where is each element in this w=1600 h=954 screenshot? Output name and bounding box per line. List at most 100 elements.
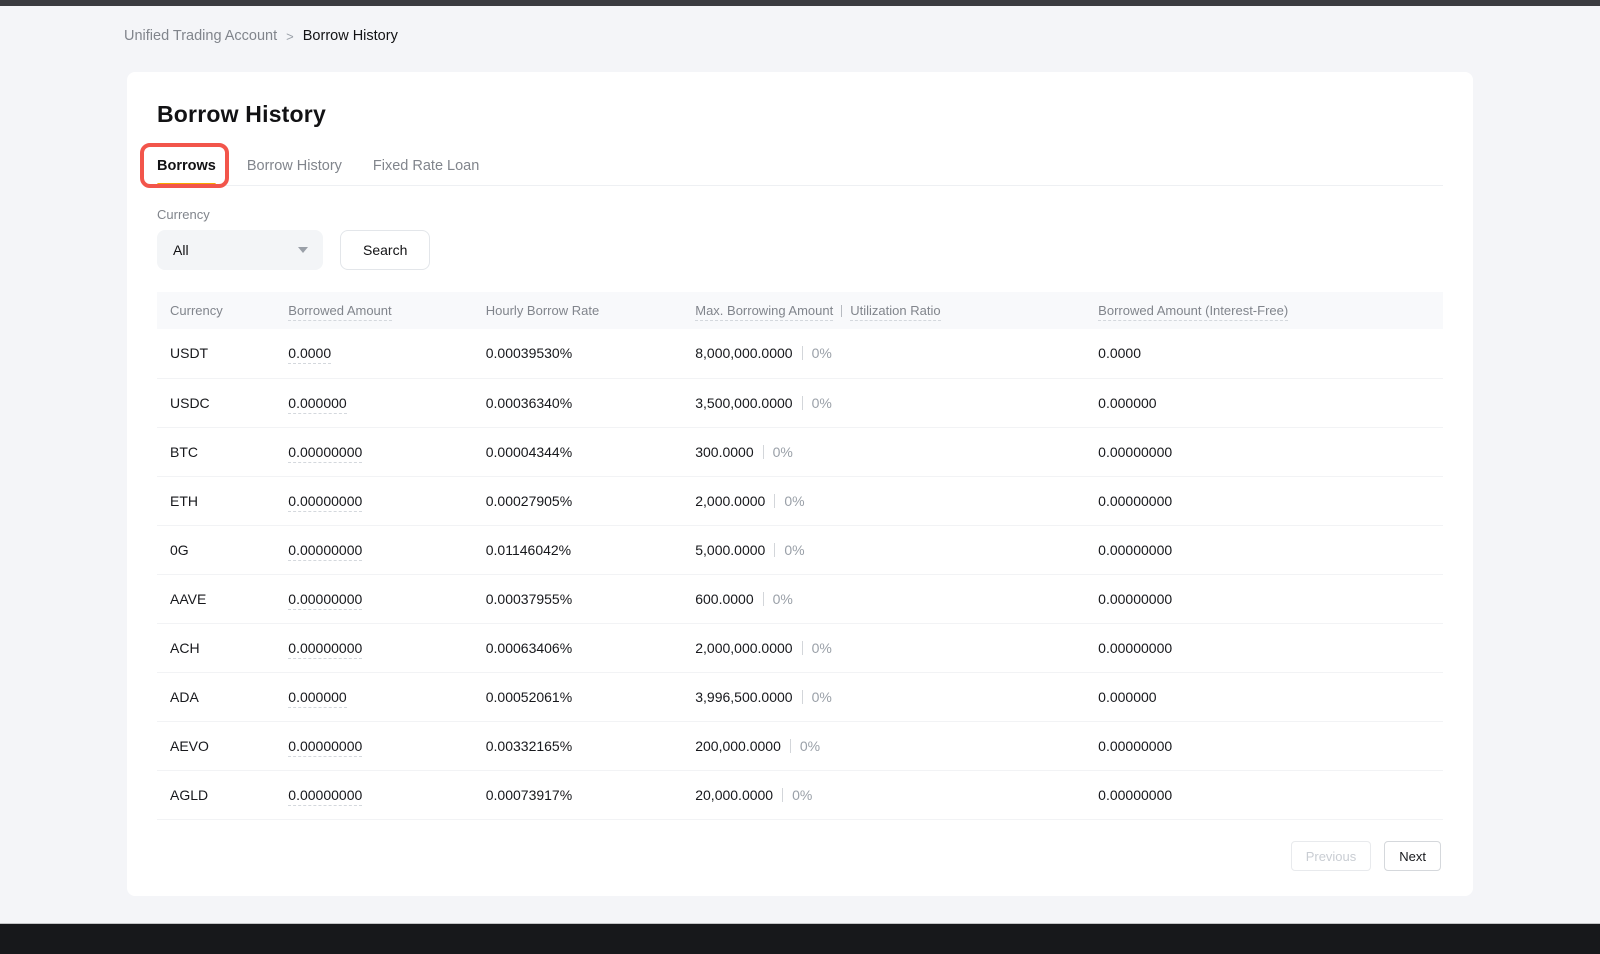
table-body: USDT 0.0000 0.00039530% 8,000,000.00000%… [157,329,1443,819]
table-row: BTC 0.00000000 0.00004344% 300.00000% 0.… [157,427,1443,476]
table-row: USDC 0.000000 0.00036340% 3,500,000.0000… [157,378,1443,427]
tab-borrows-label: Borrows [157,158,216,174]
cell-borrowed-amount: 0.00000000 [288,770,485,819]
value-divider [802,346,803,360]
cell-borrowed-amount: 0.000000 [288,672,485,721]
tab-fixed-rate-loan-label: Fixed Rate Loan [373,158,479,174]
cell-interest-free: 0.0000 [1098,329,1443,378]
borrow-history-panel: Borrow History Borrows Borrow History Fi… [127,72,1473,896]
value-divider [782,788,783,802]
window-bottom-bar [0,923,1600,954]
cell-max-borrowing-utilization: 8,000,000.00000% [695,329,1098,378]
table-row: AEVO 0.00000000 0.00332165% 200,000.0000… [157,721,1443,770]
value-divider [790,739,791,753]
next-page-button[interactable]: Next [1384,841,1441,871]
cell-currency: AAVE [157,574,288,623]
search-button[interactable]: Search [340,230,430,270]
cell-hourly-borrow-rate: 0.01146042% [486,525,695,574]
cell-borrowed-amount: 0.000000 [288,378,485,427]
currency-select[interactable]: All [157,230,323,270]
cell-max-borrowing-utilization: 3,996,500.00000% [695,672,1098,721]
header-max-borrowing-utilization: Max. Borrowing Amount Utilization Ratio [695,292,1098,329]
header-hourly-borrow-rate: Hourly Borrow Rate [486,292,695,329]
header-separator [841,305,842,317]
header-borrowed-amount: Borrowed Amount [288,292,485,329]
cell-hourly-borrow-rate: 0.00073917% [486,770,695,819]
cell-borrowed-amount: 0.00000000 [288,427,485,476]
cell-currency: USDT [157,329,288,378]
header-utilization-ratio[interactable]: Utilization Ratio [850,303,940,321]
table-header-row: Currency Borrowed Amount Hourly Borrow R… [157,292,1443,329]
cell-interest-free: 0.000000 [1098,672,1443,721]
header-currency: Currency [157,292,288,329]
cell-max-borrowing-utilization: 20,000.00000% [695,770,1098,819]
cell-currency: AEVO [157,721,288,770]
page-title: Borrow History [157,101,1443,128]
value-divider [802,690,803,704]
cell-interest-free: 0.00000000 [1098,721,1443,770]
cell-interest-free: 0.00000000 [1098,476,1443,525]
cell-hourly-borrow-rate: 0.00004344% [486,427,695,476]
header-borrowed-interest-free: Borrowed Amount (Interest-Free) [1098,292,1443,329]
table-row: AGLD 0.00000000 0.00073917% 20,000.00000… [157,770,1443,819]
cell-max-borrowing-utilization: 5,000.00000% [695,525,1098,574]
window-top-bar [0,0,1600,6]
currency-select-value: All [173,242,189,258]
value-divider [774,543,775,557]
cell-borrowed-amount: 0.00000000 [288,476,485,525]
breadcrumb-parent-link[interactable]: Unified Trading Account [124,28,277,44]
cell-hourly-borrow-rate: 0.00332165% [486,721,695,770]
cell-max-borrowing-utilization: 2,000.00000% [695,476,1098,525]
cell-hourly-borrow-rate: 0.00063406% [486,623,695,672]
tab-borrows[interactable]: Borrows [157,146,216,185]
table-row: USDT 0.0000 0.00039530% 8,000,000.00000%… [157,329,1443,378]
table-row: AAVE 0.00000000 0.00037955% 600.00000% 0… [157,574,1443,623]
cell-currency: AGLD [157,770,288,819]
cell-max-borrowing-utilization: 3,500,000.00000% [695,378,1098,427]
breadcrumb-current: Borrow History [303,28,398,44]
table-row: 0G 0.00000000 0.01146042% 5,000.00000% 0… [157,525,1443,574]
tab-bar: Borrows Borrow History Fixed Rate Loan [157,146,1443,186]
cell-borrowed-amount: 0.00000000 [288,525,485,574]
table-row: ACH 0.00000000 0.00063406% 2,000,000.000… [157,623,1443,672]
breadcrumb-separator-icon: > [286,29,294,44]
tab-fixed-rate-loan[interactable]: Fixed Rate Loan [373,146,479,185]
filter-row: All Search [157,230,1443,270]
cell-interest-free: 0.00000000 [1098,770,1443,819]
cell-interest-free: 0.000000 [1098,378,1443,427]
cell-currency: USDC [157,378,288,427]
pagination: Previous Next [1291,841,1441,871]
cell-max-borrowing-utilization: 300.00000% [695,427,1098,476]
borrows-table: Currency Borrowed Amount Hourly Borrow R… [157,292,1443,820]
cell-currency: ADA [157,672,288,721]
cell-borrowed-amount: 0.00000000 [288,721,485,770]
cell-interest-free: 0.00000000 [1098,574,1443,623]
cell-borrowed-amount: 0.0000 [288,329,485,378]
cell-interest-free: 0.00000000 [1098,525,1443,574]
cell-hourly-borrow-rate: 0.00036340% [486,378,695,427]
header-max-borrowing-amount[interactable]: Max. Borrowing Amount [695,303,833,321]
breadcrumb: Unified Trading Account > Borrow History [124,28,398,44]
cell-currency: BTC [157,427,288,476]
table-row: ETH 0.00000000 0.00027905% 2,000.00000% … [157,476,1443,525]
cell-borrowed-amount: 0.00000000 [288,574,485,623]
cell-max-borrowing-utilization: 2,000,000.00000% [695,623,1098,672]
cell-interest-free: 0.00000000 [1098,623,1443,672]
previous-page-button[interactable]: Previous [1291,841,1372,871]
cell-hourly-borrow-rate: 0.00039530% [486,329,695,378]
value-divider [802,641,803,655]
currency-filter-label: Currency [157,207,1443,222]
cell-hourly-borrow-rate: 0.00037955% [486,574,695,623]
tab-borrow-history[interactable]: Borrow History [247,146,342,185]
value-divider [763,445,764,459]
cell-currency: ACH [157,623,288,672]
cell-max-borrowing-utilization: 600.00000% [695,574,1098,623]
table-row: ADA 0.000000 0.00052061% 3,996,500.00000… [157,672,1443,721]
value-divider [763,592,764,606]
value-divider [802,396,803,410]
cell-hourly-borrow-rate: 0.00027905% [486,476,695,525]
cell-currency: 0G [157,525,288,574]
tab-borrow-history-label: Borrow History [247,158,342,174]
cell-max-borrowing-utilization: 200,000.00000% [695,721,1098,770]
cell-currency: ETH [157,476,288,525]
